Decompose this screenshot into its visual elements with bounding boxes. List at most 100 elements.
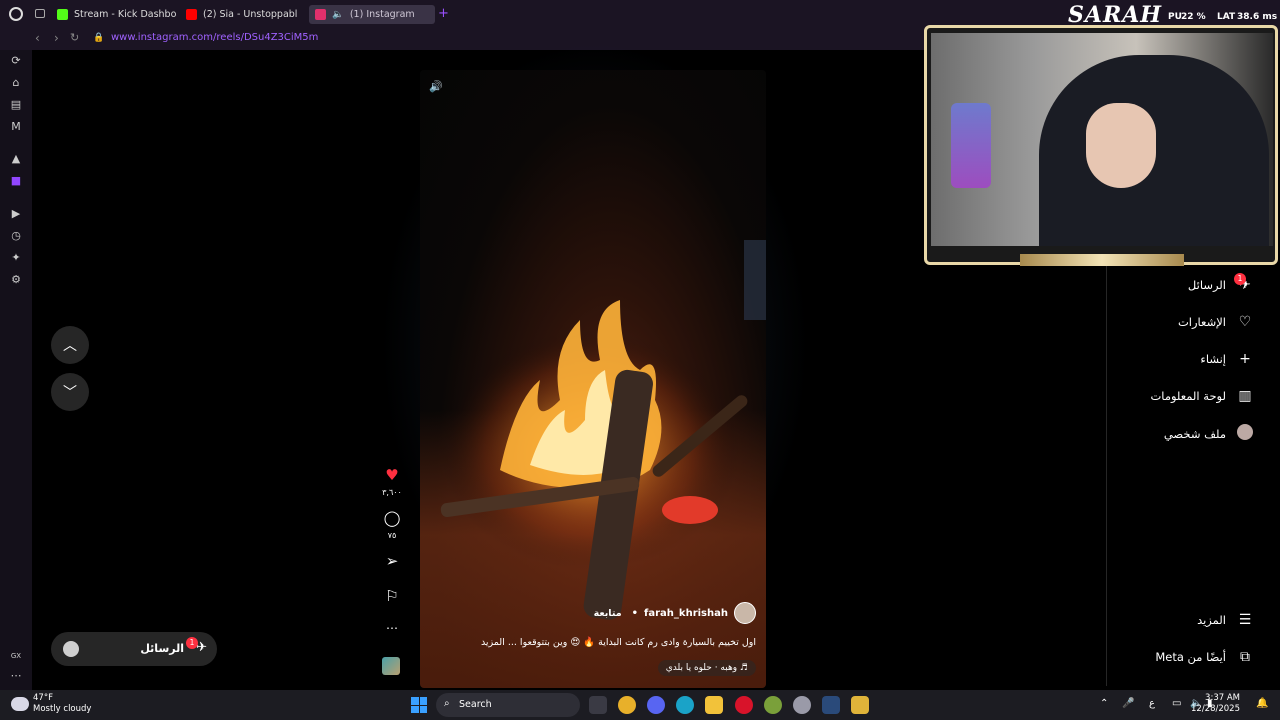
url-field[interactable]: www.instagram.com/reels/DSu4Z3CiM5m bbox=[111, 32, 318, 43]
steam-icon[interactable] bbox=[822, 696, 840, 714]
nav-create-label: إنشاء bbox=[1200, 352, 1226, 366]
reel-caption[interactable]: اول تخييم بالسيارة وادى رم كانت البداية … bbox=[481, 637, 756, 648]
messages-pill[interactable]: الرسائل ✈ 1 bbox=[51, 632, 217, 666]
like-heart-icon[interactable]: ♥ bbox=[382, 466, 402, 484]
youtube-favicon-icon bbox=[186, 9, 197, 20]
settings-app-icon[interactable] bbox=[793, 696, 811, 714]
input-language-indicator[interactable]: ع bbox=[1149, 698, 1155, 709]
messages-avatar bbox=[63, 641, 79, 657]
instagram-favicon-icon bbox=[315, 9, 326, 20]
gx-control-icon[interactable]: ⟳ bbox=[10, 55, 22, 67]
task-view-icon[interactable] bbox=[589, 696, 607, 714]
chrome-icon[interactable] bbox=[618, 696, 636, 714]
reload-icon[interactable]: ↻ bbox=[70, 31, 79, 44]
lock-icon: 🔒 bbox=[93, 33, 105, 43]
hamburger-menu-icon: ☰ bbox=[1238, 612, 1252, 628]
nav-messages-label: الرسائل bbox=[1187, 278, 1226, 292]
cpu-value: 22 % bbox=[1181, 12, 1206, 22]
speaker-icon: 🔈 bbox=[332, 9, 344, 20]
kick-favicon-icon bbox=[57, 9, 68, 20]
profile-avatar-icon bbox=[1236, 424, 1254, 444]
share-paper-plane-icon[interactable]: ➢ bbox=[382, 552, 402, 570]
opera-gx-logo-icon[interactable] bbox=[9, 7, 23, 21]
reel-author-avatar[interactable] bbox=[734, 602, 756, 624]
back-icon[interactable]: ‹ bbox=[35, 31, 40, 45]
search-label: Search bbox=[459, 699, 492, 710]
messages-pill-label: الرسائل bbox=[140, 642, 184, 655]
windows-start-icon[interactable] bbox=[411, 697, 427, 713]
opera-gx-taskbar-icon[interactable] bbox=[735, 696, 753, 714]
chevron-down-icon: ﹀ bbox=[63, 385, 77, 401]
reel-username[interactable]: farah_khrishah bbox=[644, 608, 728, 619]
follow-button[interactable]: متابعة bbox=[590, 607, 626, 620]
taskbar-search[interactable]: ⌕ Search bbox=[436, 693, 580, 717]
tab-label: (2) Sia - Unstoppable (Ly bbox=[203, 9, 298, 20]
audio-thumbnail[interactable] bbox=[382, 657, 400, 675]
microphone-tray-icon[interactable]: 🎤 bbox=[1122, 698, 1134, 709]
comment-count: ٧٥ bbox=[387, 531, 397, 540]
nav-dashboard-label: لوحة المعلومات bbox=[1150, 389, 1226, 403]
sidebar-more-icon[interactable]: ⋯ bbox=[10, 670, 22, 682]
latency-value: 38.6 ms bbox=[1237, 12, 1278, 22]
more-options-icon[interactable]: ⋯ bbox=[382, 621, 402, 635]
notifications-bell-icon[interactable]: 🔔 bbox=[1256, 698, 1268, 709]
gx-corner-icon[interactable]: ⌂ bbox=[10, 77, 22, 89]
messages-pill-badge: 1 bbox=[186, 637, 198, 649]
gx-mod-icon[interactable]: M bbox=[10, 121, 22, 133]
tab-kick-dashboard[interactable]: Stream - Kick Dashboard bbox=[57, 5, 177, 24]
microphone-image bbox=[951, 103, 991, 188]
chevron-up-icon: ︿ bbox=[63, 338, 77, 354]
nav-also-from-meta[interactable]: ⧉ أيضًا من Meta bbox=[1155, 646, 1254, 668]
reel-user-row: متابعة • farah_khrishah bbox=[420, 602, 766, 624]
extensions-icon[interactable]: ✦ bbox=[10, 252, 22, 264]
clock-date[interactable]: 12/28/2025 bbox=[1191, 704, 1240, 714]
tab-overview-icon[interactable] bbox=[35, 9, 45, 18]
weather-description[interactable]: Mostly cloudy bbox=[33, 704, 91, 714]
tab-instagram[interactable]: 🔈 (1) Instagram bbox=[309, 5, 435, 24]
new-tab-button[interactable]: + bbox=[438, 6, 449, 21]
next-reel-button[interactable]: ﹀ bbox=[51, 373, 89, 411]
history-icon[interactable]: ◷ bbox=[10, 230, 22, 242]
latency-label: LAT bbox=[1217, 12, 1236, 22]
clock-time[interactable]: 3:37 AM bbox=[1205, 693, 1240, 703]
reel-video[interactable]: 🔊 متابعة • farah_khrishah اول تخييم بالس… bbox=[420, 70, 766, 688]
tab-label: Stream - Kick Dashboard bbox=[74, 9, 177, 20]
twitch-icon[interactable]: ■ bbox=[10, 175, 22, 187]
webcam-feed bbox=[931, 33, 1273, 246]
nav-meta-label: أيضًا من Meta bbox=[1155, 650, 1226, 664]
search-icon: ⌕ bbox=[444, 698, 450, 709]
nav-more[interactable]: ☰ المزيد bbox=[1197, 609, 1254, 631]
nav-notifications[interactable]: ♡ الإشعارات bbox=[1178, 311, 1254, 333]
gx-cleaner-icon[interactable]: ▤ bbox=[10, 99, 22, 111]
tray-overflow-icon[interactable]: ⌃ bbox=[1100, 698, 1108, 709]
webcam-gold-bar bbox=[1020, 254, 1184, 266]
settings-gear-icon[interactable]: ⚙ bbox=[10, 274, 22, 286]
separator-dot: • bbox=[631, 607, 639, 619]
file-explorer-icon[interactable] bbox=[705, 696, 723, 714]
save-bookmark-icon[interactable]: ⚐ bbox=[382, 587, 402, 605]
edge-icon[interactable] bbox=[676, 696, 694, 714]
comment-icon[interactable]: ◯ bbox=[382, 509, 402, 527]
weather-temperature[interactable]: 47°F bbox=[33, 693, 53, 703]
cloud-weather-icon[interactable] bbox=[11, 697, 29, 711]
player-icon[interactable]: ▶ bbox=[10, 208, 22, 220]
kick-app-icon[interactable] bbox=[851, 696, 869, 714]
nav-divider bbox=[1106, 266, 1107, 686]
network-icon[interactable]: ▭ bbox=[1172, 698, 1181, 709]
xbox-icon[interactable] bbox=[764, 696, 782, 714]
tab-youtube-sia[interactable]: (2) Sia - Unstoppable (Ly bbox=[186, 5, 298, 24]
tab-label: (1) Instagram bbox=[349, 9, 415, 20]
discord-icon[interactable] bbox=[647, 696, 665, 714]
reel-music-tag[interactable]: ♬ وهبه · حلوه يا بلدي bbox=[657, 660, 756, 676]
screen: Stream - Kick Dashboard (2) Sia - Unstop… bbox=[0, 0, 1280, 720]
previous-reel-button[interactable]: ︿ bbox=[51, 326, 89, 364]
mute-toggle-icon[interactable]: 🔊 bbox=[427, 78, 445, 96]
kick-sidebar-icon[interactable]: ▲ bbox=[10, 153, 22, 165]
nav-profile[interactable]: ملف شخصي bbox=[1164, 423, 1254, 445]
nav-create[interactable]: + إنشاء bbox=[1200, 348, 1254, 370]
nav-dashboard[interactable]: ▥ لوحة المعلومات bbox=[1150, 385, 1254, 407]
forward-icon[interactable]: › bbox=[54, 31, 59, 45]
meta-apps-icon: ⧉ bbox=[1240, 649, 1250, 665]
dashboard-chart-icon: ▥ bbox=[1238, 388, 1252, 404]
like-count: ٣,٦٠٠ bbox=[382, 488, 402, 497]
